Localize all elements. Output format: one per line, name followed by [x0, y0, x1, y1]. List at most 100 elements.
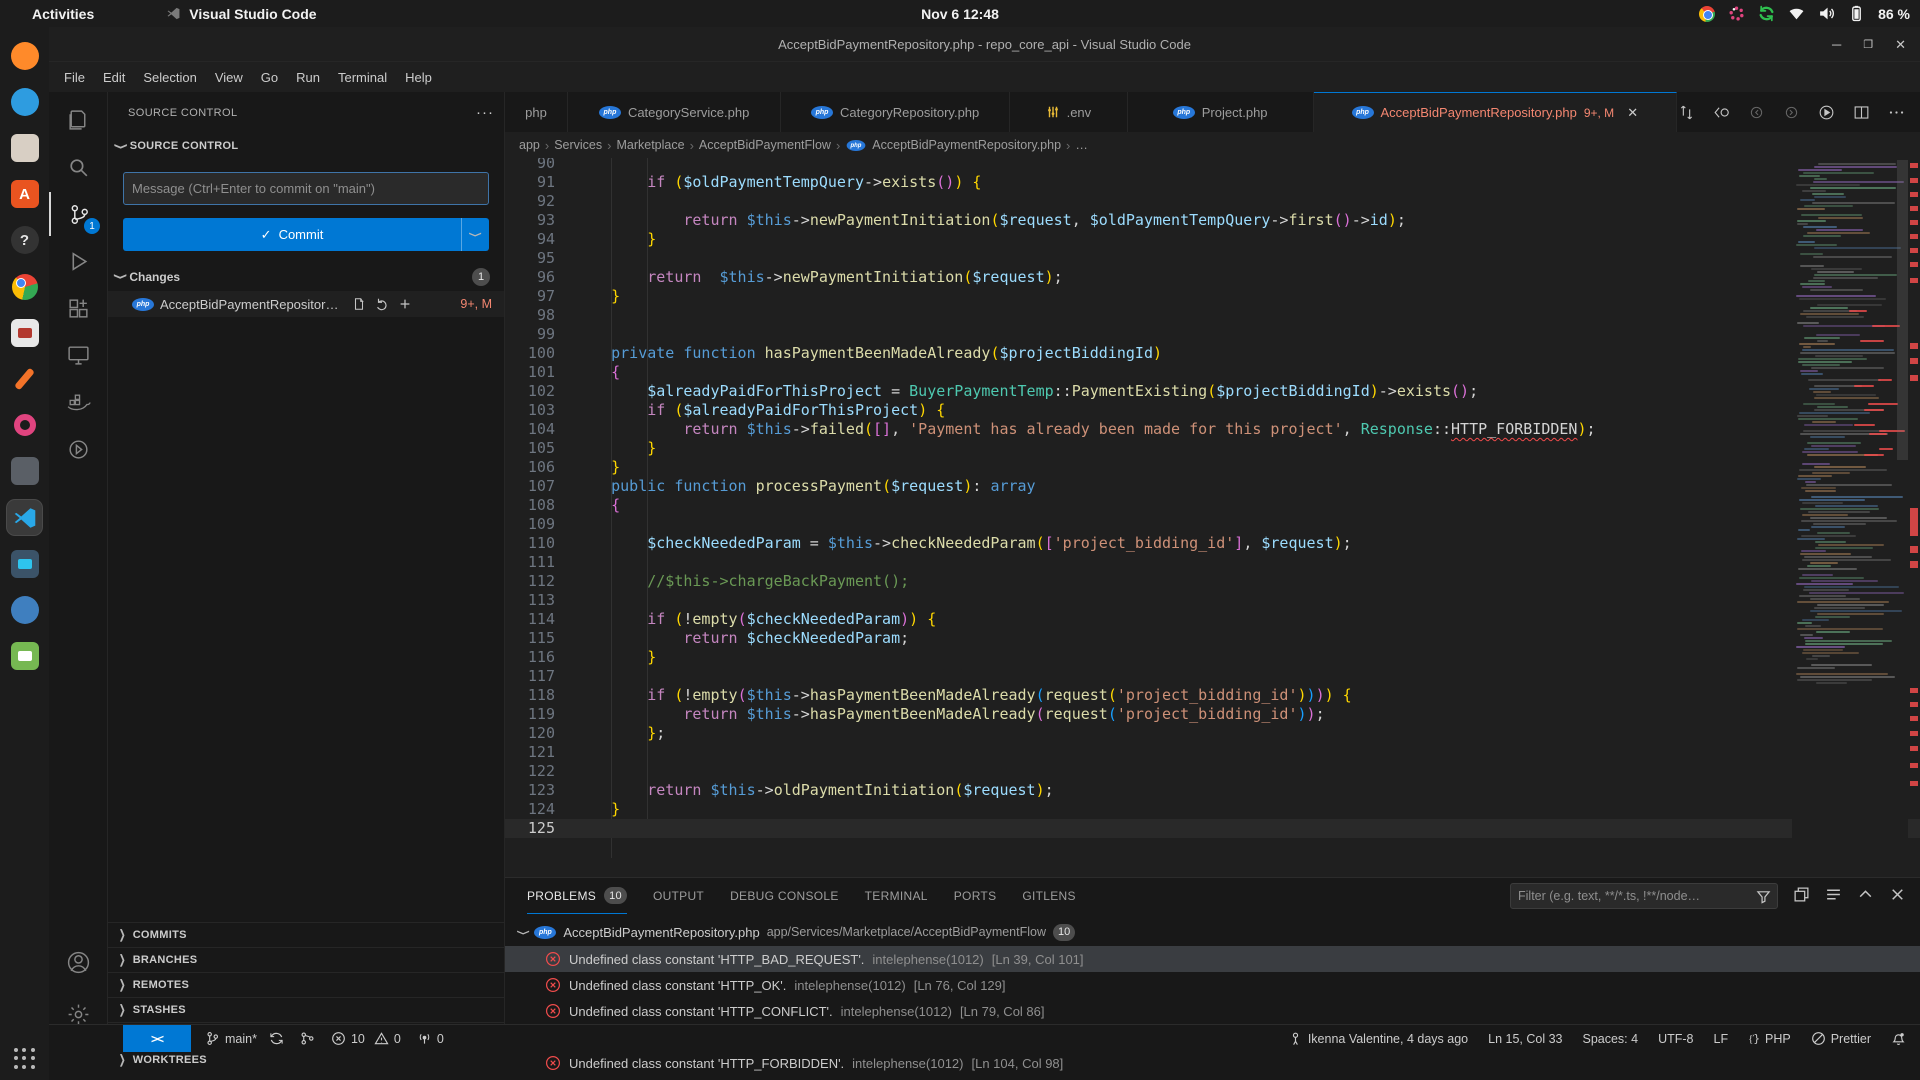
git-compare-icon[interactable] [1677, 103, 1696, 122]
breadcrumb-item[interactable]: AcceptBidPaymentFlow [699, 138, 831, 152]
breadcrumb-item[interactable]: Services [554, 138, 602, 152]
dock-item-chrome[interactable] [7, 269, 42, 304]
panel-tab-output[interactable]: OUTPUT [653, 878, 704, 914]
section-commits[interactable]: ❭COMMITS [108, 922, 504, 947]
dock-item-marker-pen[interactable] [7, 361, 42, 396]
code-editor[interactable]: 9091 if ($oldPaymentTempQuery->exists())… [505, 158, 1920, 882]
changes-section-header[interactable]: ❭ Changes 1 [116, 264, 496, 289]
dock-item-help[interactable]: ? [7, 223, 42, 258]
remote-indicator[interactable]: >< [123, 1025, 191, 1052]
panel-tab-terminal[interactable]: TERMINAL [865, 878, 928, 914]
next-change-icon[interactable] [1782, 103, 1801, 122]
close-button[interactable]: ✕ [1895, 37, 1906, 53]
more-actions-icon[interactable] [1887, 103, 1906, 122]
focused-app-indicator[interactable]: Visual Studio Code [166, 6, 316, 22]
activity-explorer[interactable] [49, 98, 108, 142]
commit-dropdown-button[interactable]: ❭ [461, 218, 489, 251]
tab--env[interactable]: .env [1010, 92, 1128, 132]
indentation-item[interactable]: Spaces: 4 [1582, 1032, 1638, 1046]
code-line-91[interactable]: 91 if ($oldPaymentTempQuery->exists()) { [505, 173, 1920, 192]
menu-selection[interactable]: Selection [134, 67, 205, 88]
code-line-114[interactable]: 114 if (!empty($checkNeededParam)) { [505, 610, 1920, 629]
problems-filter[interactable] [1510, 883, 1778, 909]
minimize-button[interactable]: ─ [1832, 37, 1841, 52]
language-mode-item[interactable]: {͐} PHP [1748, 1032, 1791, 1046]
code-line-100[interactable]: 100 private function hasPaymentBeenMadeA… [505, 344, 1920, 363]
ports-status-item[interactable]: 0 [417, 1031, 444, 1046]
activity-search[interactable] [49, 145, 108, 189]
section-stashes[interactable]: ❭STASHES [108, 997, 504, 1022]
section-remotes[interactable]: ❭REMOTES [108, 972, 504, 997]
backups-tray-icon[interactable] [1758, 5, 1775, 22]
breadcrumb-item[interactable]: AcceptBidPaymentRepository.php [872, 138, 1061, 152]
commit-button[interactable]: ✓ Commit ❭ [123, 218, 489, 251]
problem-row[interactable]: Undefined class constant 'HTTP_CONFLICT'… [505, 998, 1920, 1024]
git-branch-item[interactable]: main* [205, 1031, 284, 1046]
wifi-icon[interactable] [1788, 5, 1805, 22]
code-line-113[interactable]: 113 [505, 591, 1920, 610]
code-line-109[interactable]: 109 [505, 515, 1920, 534]
clock[interactable]: Nov 6 12:48 [921, 6, 999, 22]
dock-item-peek-recorder[interactable] [7, 408, 42, 443]
dock-item-screen-sharing[interactable] [7, 454, 42, 489]
code-line-122[interactable]: 122 [505, 762, 1920, 781]
code-line-106[interactable]: 106 } [505, 458, 1920, 477]
dock-item-thunderbird[interactable] [7, 84, 42, 119]
tab-acceptbidpaymentrepository-php[interactable]: phpAcceptBidPaymentRepository.php9+, M✕ [1314, 92, 1677, 132]
previous-change-icon[interactable] [1747, 103, 1766, 122]
panel-menu-icon[interactable] [1825, 886, 1842, 903]
code-line-110[interactable]: 110 $checkNeededParam = $this->checkNeed… [505, 534, 1920, 553]
problem-row[interactable]: Undefined class constant 'HTTP_FORBIDDEN… [505, 1050, 1920, 1076]
activity-run-and-debug[interactable] [49, 239, 108, 283]
breadcrumb[interactable]: app›Services›Marketplace›AcceptBidPaymen… [505, 132, 1920, 158]
eol-item[interactable]: LF [1714, 1032, 1729, 1046]
window-titlebar[interactable]: AcceptBidPaymentRepository.php - repo_co… [49, 27, 1920, 62]
panel-tab-gitlens[interactable]: GITLENS [1022, 878, 1075, 914]
changed-file-row[interactable]: php AcceptBidPaymentRepositor… 9+, M [108, 291, 504, 317]
activity-docker[interactable] [49, 380, 108, 424]
activity-extensions[interactable] [49, 286, 108, 330]
code-line-94[interactable]: 94 } [505, 230, 1920, 249]
volume-icon[interactable] [1818, 5, 1835, 22]
breadcrumb-item[interactable]: … [1075, 138, 1088, 152]
open-changes-icon[interactable] [1712, 103, 1731, 122]
panel-tab-ports[interactable]: PORTS [954, 878, 997, 914]
code-line-123[interactable]: 123 return $this->oldPaymentInitiation($… [505, 781, 1920, 800]
maximize-button[interactable]: ❐ [1863, 38, 1873, 51]
screenshot-tool-icon[interactable] [1728, 5, 1745, 22]
commit-message-input[interactable] [123, 172, 489, 205]
activity-accounts[interactable] [49, 940, 108, 984]
code-line-105[interactable]: 105 } [505, 439, 1920, 458]
activities-button[interactable]: Activities [20, 6, 106, 22]
formatter-item[interactable]: Prettier [1811, 1031, 1871, 1046]
dock-item-firefox[interactable] [7, 38, 42, 73]
breadcrumb-item[interactable]: app [519, 138, 540, 152]
split-panel-icon[interactable] [1793, 886, 1810, 903]
more-actions-icon[interactable]: ··· [476, 104, 494, 121]
menu-terminal[interactable]: Terminal [329, 67, 396, 88]
code-line-92[interactable]: 92 [505, 192, 1920, 211]
minimap[interactable] [1792, 158, 1908, 882]
code-line-117[interactable]: 117 [505, 667, 1920, 686]
problem-row[interactable]: Undefined class constant '…'.intelephens… [505, 1076, 1920, 1080]
code-line-96[interactable]: 96 return $this->newPaymentInitiation($r… [505, 268, 1920, 287]
system-tray[interactable]: 86 % [1698, 5, 1910, 22]
git-graph-item[interactable] [300, 1031, 315, 1046]
code-line-103[interactable]: 103 if ($alreadyPaidForThisProject) { [505, 401, 1920, 420]
code-line-111[interactable]: 111 [505, 553, 1920, 572]
discard-changes-icon[interactable] [375, 297, 389, 311]
section-branches[interactable]: ❭BRANCHES [108, 947, 504, 972]
menu-help[interactable]: Help [396, 67, 441, 88]
notifications-bell-item[interactable] [1891, 1031, 1906, 1046]
sync-icon[interactable] [269, 1031, 284, 1046]
code-line-118[interactable]: 118 if (!empty($this->hasPaymentBeenMade… [505, 686, 1920, 705]
code-line-108[interactable]: 108 { [505, 496, 1920, 515]
activity-remote-explorer[interactable] [49, 333, 108, 377]
gitlens-blame-item[interactable]: Ikenna Valentine, 4 days ago [1288, 1031, 1468, 1046]
menu-view[interactable]: View [206, 67, 252, 88]
code-line-98[interactable]: 98 [505, 306, 1920, 325]
activity-gitlens[interactable] [49, 427, 108, 471]
maximize-panel-icon[interactable] [1857, 886, 1874, 903]
chrome-tray-icon[interactable] [1698, 5, 1715, 22]
problems-filter-input[interactable] [1511, 889, 1756, 903]
